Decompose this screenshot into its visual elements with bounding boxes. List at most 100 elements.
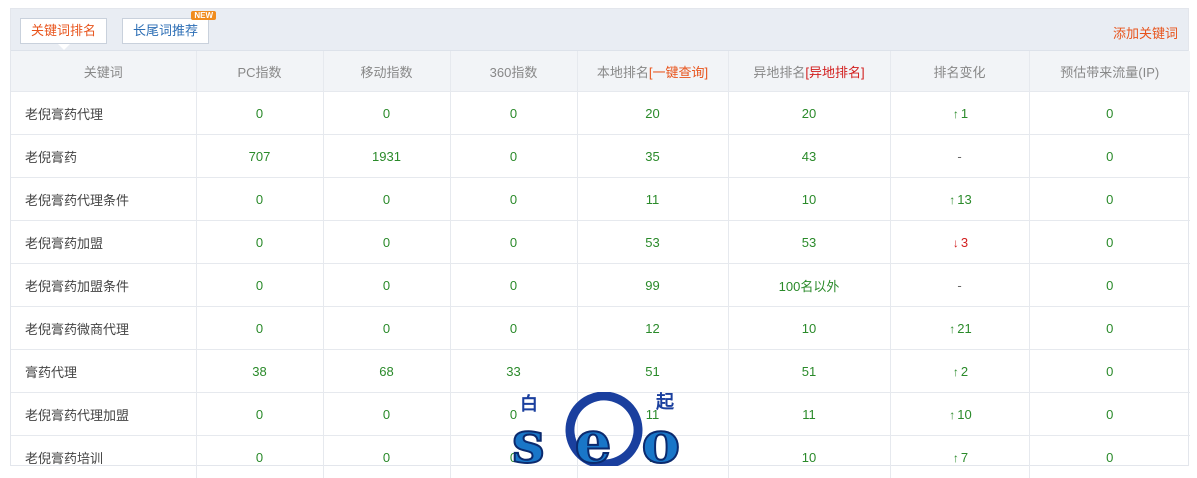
remote-rank-cell: 43	[728, 135, 890, 178]
rank-change-number: 2	[961, 364, 968, 379]
table-row: 老倪膏药代理0002020↑10	[11, 92, 1190, 135]
mobile-index-cell: 68	[323, 350, 450, 393]
remote-rank-cell: 11	[728, 393, 890, 436]
col-pc-index: PC指数	[196, 51, 323, 92]
idx360-cell: 0	[450, 178, 577, 221]
local-rank-label: 本地排名	[597, 65, 649, 80]
pc-index-cell: 0	[196, 393, 323, 436]
traffic-cell: 0	[1029, 436, 1190, 478]
rank-change-value: ↑1	[951, 106, 968, 121]
arrow-up-icon: ↑	[951, 451, 961, 465]
rank-change-value: -	[957, 149, 961, 164]
traffic-cell: 0	[1029, 350, 1190, 393]
rank-change-value: ↑10	[947, 407, 971, 422]
table-row: 老倪膏药加盟0005353↓30	[11, 221, 1190, 264]
col-360-index: 360指数	[450, 51, 577, 92]
arrow-up-icon: ↑	[951, 107, 961, 121]
rank-change-number: 13	[957, 192, 971, 207]
keyword-cell: 老倪膏药代理加盟	[11, 393, 196, 436]
rank-change-cell: -	[890, 135, 1029, 178]
rank-change-number: 1	[961, 106, 968, 121]
keyword-cell: 老倪膏药微商代理	[11, 307, 196, 350]
mobile-index-cell: 0	[323, 264, 450, 307]
remote-rank-cell: 51	[728, 350, 890, 393]
col-traffic: 预估带来流量(IP)	[1029, 51, 1190, 92]
remote-rank-cell: 53	[728, 221, 890, 264]
pc-index-cell: 0	[196, 436, 323, 478]
mobile-index-cell: 0	[323, 307, 450, 350]
rank-change-value: ↑13	[947, 192, 971, 207]
table-row: 老倪膏药代理条件0001110↑130	[11, 178, 1190, 221]
rank-change-cell: ↑13	[890, 178, 1029, 221]
pc-index-cell: 0	[196, 307, 323, 350]
tab-longtail-recommend[interactable]: 长尾词推荐 NEW	[122, 18, 209, 44]
rank-change-number: -	[957, 278, 961, 293]
mobile-index-cell: 0	[323, 436, 450, 478]
idx360-cell: 0	[450, 135, 577, 178]
rank-change-cell: ↓3	[890, 221, 1029, 264]
mobile-index-cell: 0	[323, 92, 450, 135]
col-remote-rank: 异地排名[异地排名]	[728, 51, 890, 92]
pc-index-cell: 0	[196, 178, 323, 221]
tab-longtail-label: 长尾词推荐	[133, 23, 198, 38]
arrow-up-icon: ↑	[947, 408, 957, 422]
remote-rank-label: 异地排名	[753, 65, 805, 80]
watermark-letters: seo	[512, 408, 692, 466]
col-mobile-index: 移动指数	[323, 51, 450, 92]
pc-index-cell: 38	[196, 350, 323, 393]
pc-index-cell: 0	[196, 264, 323, 307]
mobile-index-cell: 0	[323, 221, 450, 264]
rank-change-number: 21	[957, 321, 971, 336]
rank-change-cell: -	[890, 264, 1029, 307]
col-rank-change: 排名变化	[890, 51, 1029, 92]
idx360-cell: 0	[450, 264, 577, 307]
rank-change-number: 10	[957, 407, 971, 422]
arrow-up-icon: ↑	[947, 322, 957, 336]
add-keyword-link[interactable]: 添加关键词	[1113, 23, 1178, 42]
col-local-rank: 本地排名[一键查询]	[577, 51, 728, 92]
traffic-cell: 0	[1029, 307, 1190, 350]
mobile-index-cell: 0	[323, 393, 450, 436]
local-rank-cell: 12	[577, 307, 728, 350]
tab-bar: 关键词排名 长尾词推荐 NEW 添加关键词	[11, 9, 1188, 51]
remote-rank-cell: 10	[728, 307, 890, 350]
tab-keyword-ranking[interactable]: 关键词排名	[20, 18, 107, 44]
rank-change-cell: ↑1	[890, 92, 1029, 135]
keyword-cell: 老倪膏药加盟条件	[11, 264, 196, 307]
remote-rank-cell: 10	[728, 178, 890, 221]
pc-index-cell: 0	[196, 221, 323, 264]
rank-change-cell: ↑7	[890, 436, 1029, 478]
local-rank-cell: 53	[577, 221, 728, 264]
remote-rank-link[interactable]: [异地排名]	[805, 65, 864, 80]
traffic-cell: 0	[1029, 264, 1190, 307]
pc-index-cell: 0	[196, 92, 323, 135]
new-badge: NEW	[191, 11, 216, 20]
rank-change-cell: ↑10	[890, 393, 1029, 436]
one-click-query-link[interactable]: [一键查询]	[649, 65, 708, 80]
idx360-cell: 33	[450, 350, 577, 393]
mobile-index-cell: 0	[323, 178, 450, 221]
local-rank-cell: 11	[577, 178, 728, 221]
local-rank-cell: 20	[577, 92, 728, 135]
keyword-cell: 老倪膏药加盟	[11, 221, 196, 264]
keyword-cell: 老倪膏药	[11, 135, 196, 178]
pc-index-cell: 707	[196, 135, 323, 178]
rank-change-number: -	[957, 149, 961, 164]
traffic-cell: 0	[1029, 393, 1190, 436]
traffic-cell: 0	[1029, 135, 1190, 178]
idx360-cell: 0	[450, 221, 577, 264]
table-row: 老倪膏药707193103543-0	[11, 135, 1190, 178]
rank-change-number: 3	[961, 235, 968, 250]
rank-change-value: ↑7	[951, 450, 968, 465]
rank-change-number: 7	[961, 450, 968, 465]
table-row: 老倪膏药微商代理0001210↑210	[11, 307, 1190, 350]
keyword-cell: 膏药代理	[11, 350, 196, 393]
idx360-cell: 0	[450, 307, 577, 350]
local-rank-cell: 35	[577, 135, 728, 178]
keyword-cell: 老倪膏药培训	[11, 436, 196, 478]
idx360-cell: 0	[450, 92, 577, 135]
local-rank-cell: 51	[577, 350, 728, 393]
rank-change-value: ↑2	[951, 364, 968, 379]
rank-change-value: ↑21	[947, 321, 971, 336]
rank-change-value: ↓3	[951, 235, 968, 250]
